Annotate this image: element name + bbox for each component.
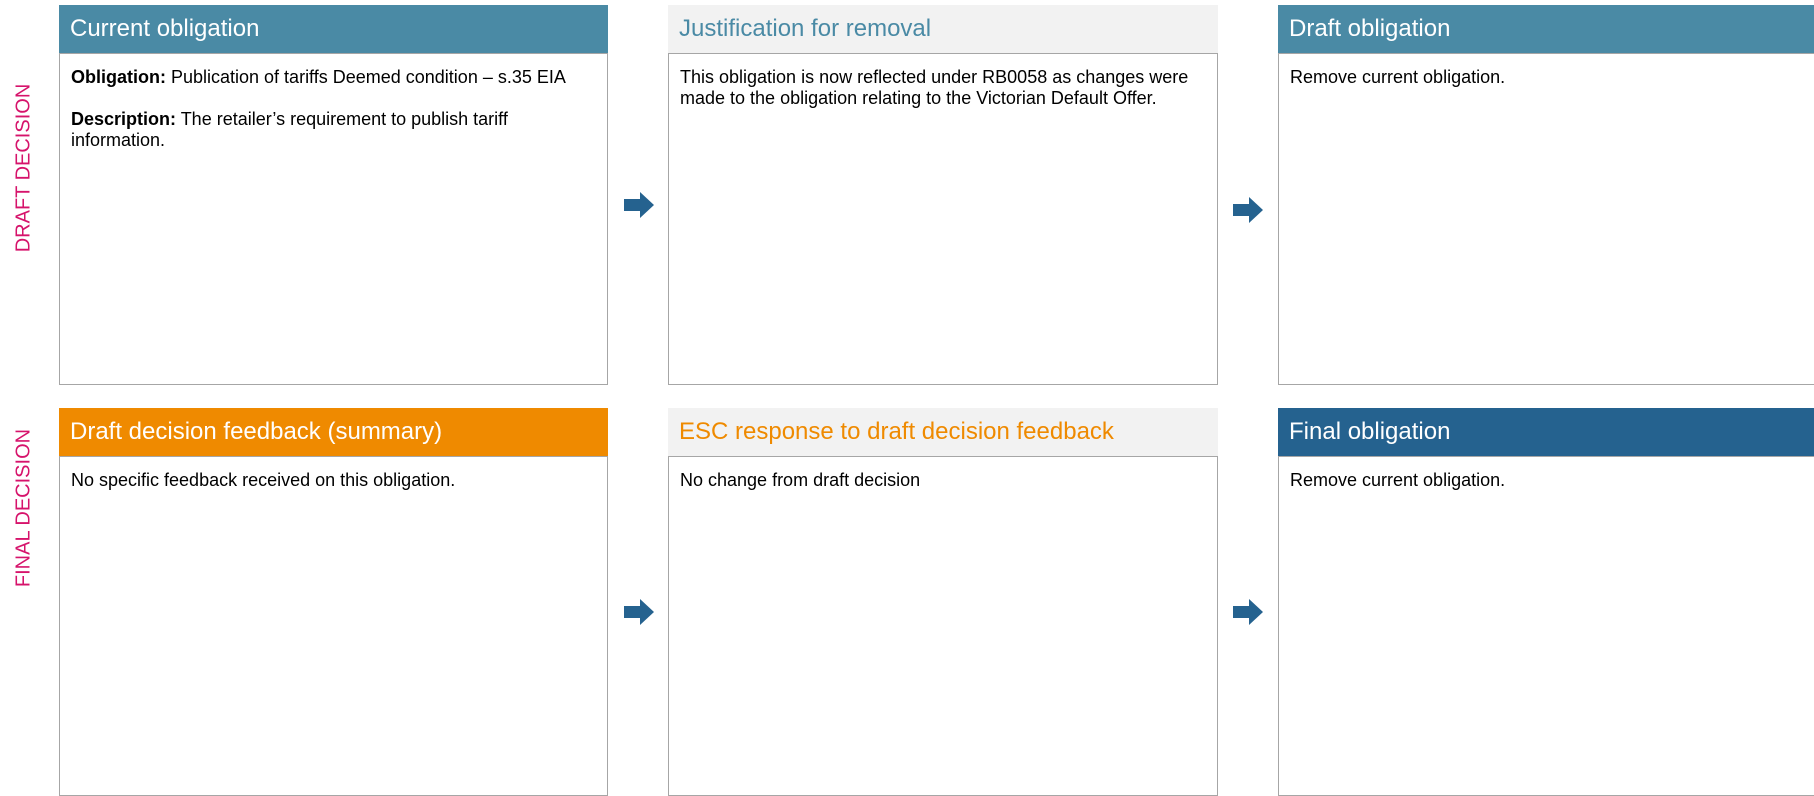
current-obligation-title: Current obligation (59, 5, 608, 53)
feedback-body: No specific feedback received on this ob… (59, 456, 608, 796)
right-arrow-icon (624, 192, 654, 218)
justification-panel: Justification for removal This obligatio… (668, 5, 1218, 385)
final-decision-label: FINAL DECISION (12, 428, 35, 588)
justification-text: This obligation is now reflected under R… (680, 67, 1189, 108)
right-arrow-icon (1233, 599, 1263, 625)
final-obligation-panel: Final obligation Remove current obligati… (1278, 408, 1814, 796)
esc-response-text: No change from draft decision (680, 470, 921, 490)
right-arrow-icon (624, 599, 654, 625)
draft-obligation-body: Remove current obligation. (1278, 53, 1814, 385)
obligation-line: Obligation: Publication of tariffs Deeme… (71, 67, 596, 88)
current-obligation-body: Obligation: Publication of tariffs Deeme… (59, 53, 608, 385)
esc-response-body: No change from draft decision (668, 456, 1218, 796)
description-label: Description: (71, 109, 177, 129)
feedback-panel: Draft decision feedback (summary) No spe… (59, 408, 608, 796)
draft-obligation-title: Draft obligation (1278, 5, 1814, 53)
feedback-title: Draft decision feedback (summary) (59, 408, 608, 456)
final-obligation-title: Final obligation (1278, 408, 1814, 456)
esc-response-title: ESC response to draft decision feedback (668, 408, 1218, 456)
draft-decision-label: DRAFT DECISION (12, 83, 35, 253)
draft-obligation-panel: Draft obligation Remove current obligati… (1278, 5, 1814, 385)
draft-obligation-text: Remove current obligation. (1290, 67, 1506, 87)
feedback-text: No specific feedback received on this ob… (71, 470, 456, 490)
current-obligation-panel: Current obligation Obligation: Publicati… (59, 5, 608, 385)
right-arrow-icon (1233, 197, 1263, 223)
final-obligation-body: Remove current obligation. (1278, 456, 1814, 796)
esc-response-panel: ESC response to draft decision feedback … (668, 408, 1218, 796)
obligation-text: Publication of tariffs Deemed condition … (165, 67, 566, 87)
justification-title: Justification for removal (668, 5, 1218, 53)
obligation-label: Obligation: (71, 67, 166, 87)
justification-body: This obligation is now reflected under R… (668, 53, 1218, 385)
final-obligation-text: Remove current obligation. (1290, 470, 1506, 490)
description-line: Description: The retailer’s requirement … (71, 109, 596, 151)
